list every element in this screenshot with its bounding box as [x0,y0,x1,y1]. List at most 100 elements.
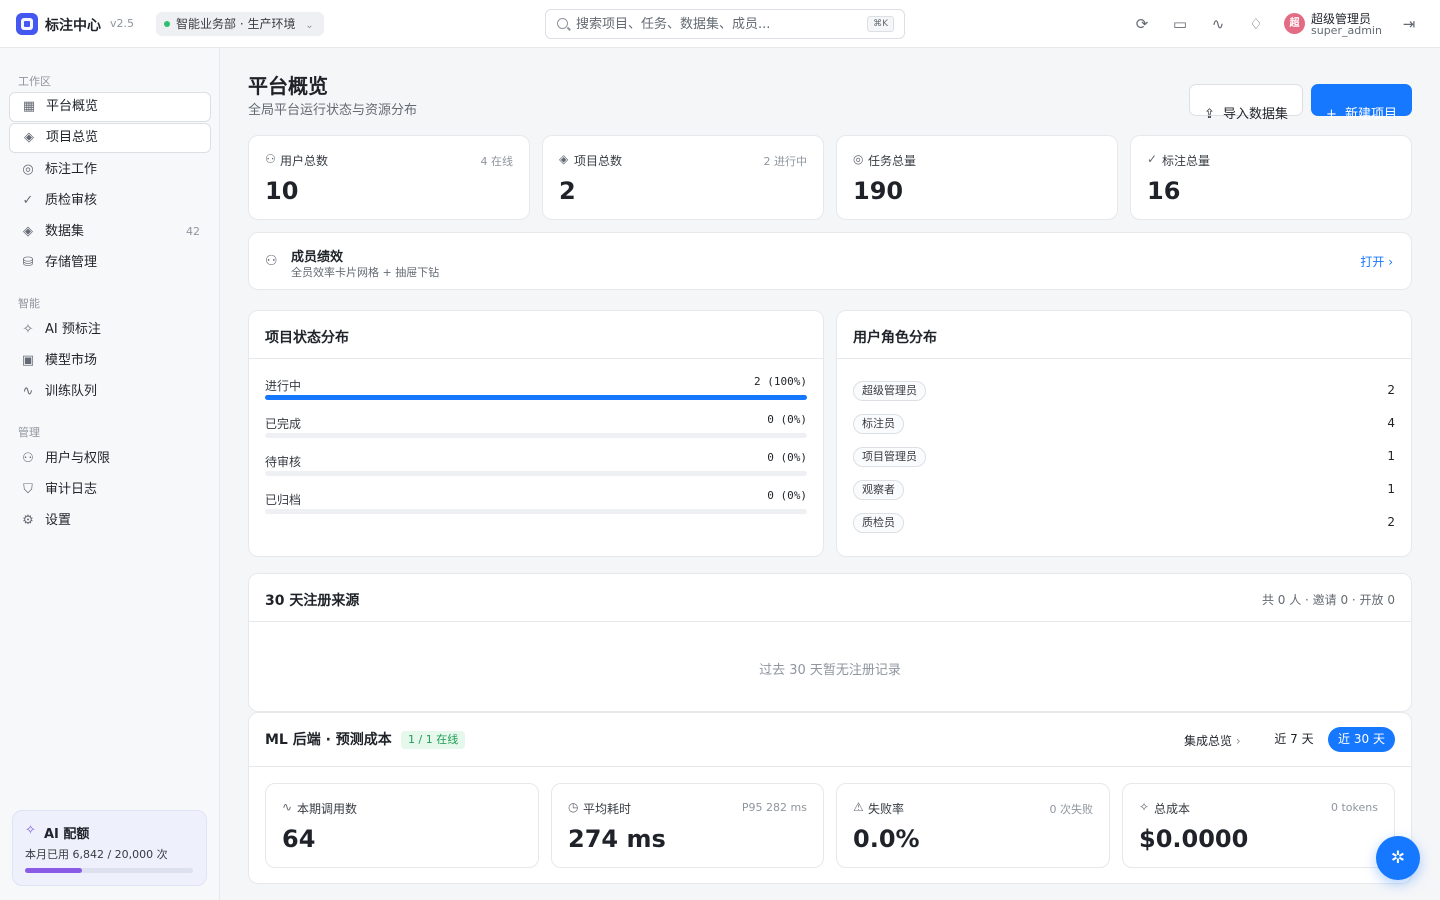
target-icon: ◎ [22,162,34,177]
metric-card-cost[interactable]: ✧ 总成本 0 tokens $0.0000 [1122,783,1395,868]
metric-meta: 0 次失败 [1049,803,1094,816]
sidebar-item-label: 训练队列 [45,384,98,399]
sidebar-item-label: 标注工作 [45,162,98,177]
sidebar-item-label: 用户与权限 [45,451,111,466]
section-workspace: 工作区 [18,75,51,88]
performance-subtitle: 全员效率卡片网格 + 抽屉下钻 [291,266,440,279]
sidebar-item-model-market[interactable]: ▣ 模型市场 [9,346,211,376]
monitor-icon[interactable]: ▭ [1170,14,1190,34]
range-30-days[interactable]: 近 30 天 [1328,727,1395,752]
stat-meta: 2 进行中 [763,155,808,168]
metric-card-calls[interactable]: ∿ 本期调用数 64 [265,783,539,868]
performance-title: 成员绩效 [291,250,344,265]
user-handle: super_admin [1311,24,1382,37]
sidebar-item-label: 模型市场 [45,353,98,368]
app-title[interactable]: 标注中心 [45,15,101,35]
role-row[interactable]: 超级管理员 2 [853,381,1395,403]
status-bar-fill [265,395,807,400]
metric-label: 本期调用数 [297,802,358,816]
role-row[interactable]: 项目管理员 1 [853,447,1395,469]
sidebar-item-annotation[interactable]: ◎ 标注工作 [9,155,211,185]
role-row[interactable]: 质检员 2 [853,513,1395,535]
role-tag: 质检员 [853,513,904,533]
import-dataset-button[interactable]: ⇪ 导入数据集 [1189,84,1303,122]
users-icon: ⚇ [22,451,34,466]
panel-title: 用户角色分布 [853,330,937,346]
sidebar-item-projects[interactable]: ◈ 项目总览 [9,123,211,153]
metric-label: 平均耗时 [583,802,632,816]
ai-quota-card[interactable]: ✧ AI 配额 本月已用 6,842 / 20,000 次 [12,810,207,886]
role-count: 2 [1387,383,1395,397]
stat-meta: 4 在线 [480,155,514,168]
metric-meta: P95 282 ms [741,801,807,814]
chevron-right-icon: › [1235,734,1241,748]
avatar[interactable]: 超 [1284,13,1305,34]
users-icon: ⚇ [265,253,278,269]
project-status-panel: 项目状态分布 进行中 2 (100%) 已完成 0 (0%) 待审核 0 (0%… [248,310,824,557]
new-project-button[interactable]: + 新建项目 [1311,84,1412,122]
performance-open-link[interactable]: 打开 › [1360,253,1393,270]
metric-card-latency[interactable]: ◷ 平均耗时 P95 282 ms 274 ms [551,783,824,868]
stat-card-users[interactable]: ⚇ 用户总数 4 在线 10 [248,135,530,220]
panel-title: 项目状态分布 [265,330,349,346]
upload-icon: ⇪ [1204,107,1215,122]
metric-meta: 0 tokens [1331,801,1378,814]
sidebar-item-training-queue[interactable]: ∿ 训练队列 [9,377,211,407]
sparkle-icon: ✧ [22,322,34,337]
search-input[interactable] [576,14,856,34]
sidebar-item-storage[interactable]: ⛁ 存储管理 [9,248,211,278]
global-search[interactable]: ⌘K [545,9,905,39]
env-status-dot [164,21,170,27]
quota-usage-text: 本月已用 6,842 / 20,000 次 [25,848,168,861]
grid-icon: ▦ [22,99,36,114]
integration-overview-link[interactable]: 集成总览 › [1184,732,1241,749]
search-icon [557,18,568,29]
layers-icon: ◈ [559,152,569,166]
sidebar-item-review[interactable]: ✓ 质检审核 [9,186,211,216]
stack-icon: ◈ [23,224,33,239]
metric-label: 总成本 [1154,802,1191,816]
role-row[interactable]: 标注员 4 [853,414,1395,436]
stat-value: 16 [1147,177,1181,205]
quota-progress-fill [25,868,83,873]
refresh-icon[interactable]: ⟳ [1132,14,1152,34]
debug-bug-button[interactable]: ✲ [1376,836,1420,880]
range-7-days[interactable]: 近 7 天 [1266,727,1322,752]
status-value: 2 (100%) [754,375,807,388]
environment-selector[interactable]: 智能业务部 · 生产环境 ⌄ [156,12,324,36]
logout-icon[interactable]: ⇥ [1399,14,1419,34]
member-performance-card[interactable]: ⚇ 成员绩效 全员效率卡片网格 + 抽屉下钻 打开 › [248,232,1412,290]
activity-icon[interactable]: ∿ [1208,14,1228,34]
bell-icon[interactable]: ♢ [1246,14,1266,34]
stat-card-tasks[interactable]: ◎ 任务总量 190 [836,135,1118,220]
activity-icon: ∿ [282,800,293,814]
app-logo[interactable] [16,13,38,35]
sidebar-item-label: AI 预标注 [45,322,101,337]
sidebar-item-label: 项目总览 [46,130,99,145]
chevron-right-icon: › [1388,255,1393,269]
database-icon: ⛁ [22,255,34,270]
check-icon: ✓ [1147,152,1158,166]
sparkle-icon: ✧ [1139,800,1150,814]
sidebar-item-label: 存储管理 [45,255,98,270]
sidebar-item-ai-prelabel[interactable]: ✧ AI 预标注 [9,315,211,345]
sidebar-item-settings[interactable]: ⚙ 设置 [9,506,211,536]
divider [249,358,823,359]
stat-card-annotations[interactable]: ✓ 标注总量 16 [1130,135,1412,220]
status-label: 已完成 [265,417,302,431]
status-value: 0 (0%) [767,451,807,464]
sidebar-item-label: 数据集 [45,224,85,239]
sidebar-item-audit[interactable]: ⛉ 审计日志 [9,475,211,505]
stat-card-projects[interactable]: ◈ 项目总数 2 进行中 2 [542,135,824,220]
status-bar [265,395,807,400]
registration-summary: 共 0 人 · 邀请 0 · 开放 0 [1261,593,1395,607]
sidebar-item-users[interactable]: ⚇ 用户与权限 [9,444,211,474]
metric-card-failure-rate[interactable]: ⚠ 失败率 0 次失败 0.0% [836,783,1110,868]
role-tag: 观察者 [853,480,904,500]
sidebar-item-datasets[interactable]: ◈ 数据集 42 [9,217,211,247]
bug-icon: ✲ [1390,848,1406,868]
gear-icon: ⚙ [22,513,34,528]
role-row[interactable]: 观察者 1 [853,480,1395,502]
sidebar-item-overview[interactable]: ▦ 平台概览 [9,92,211,122]
divider [837,358,1411,359]
